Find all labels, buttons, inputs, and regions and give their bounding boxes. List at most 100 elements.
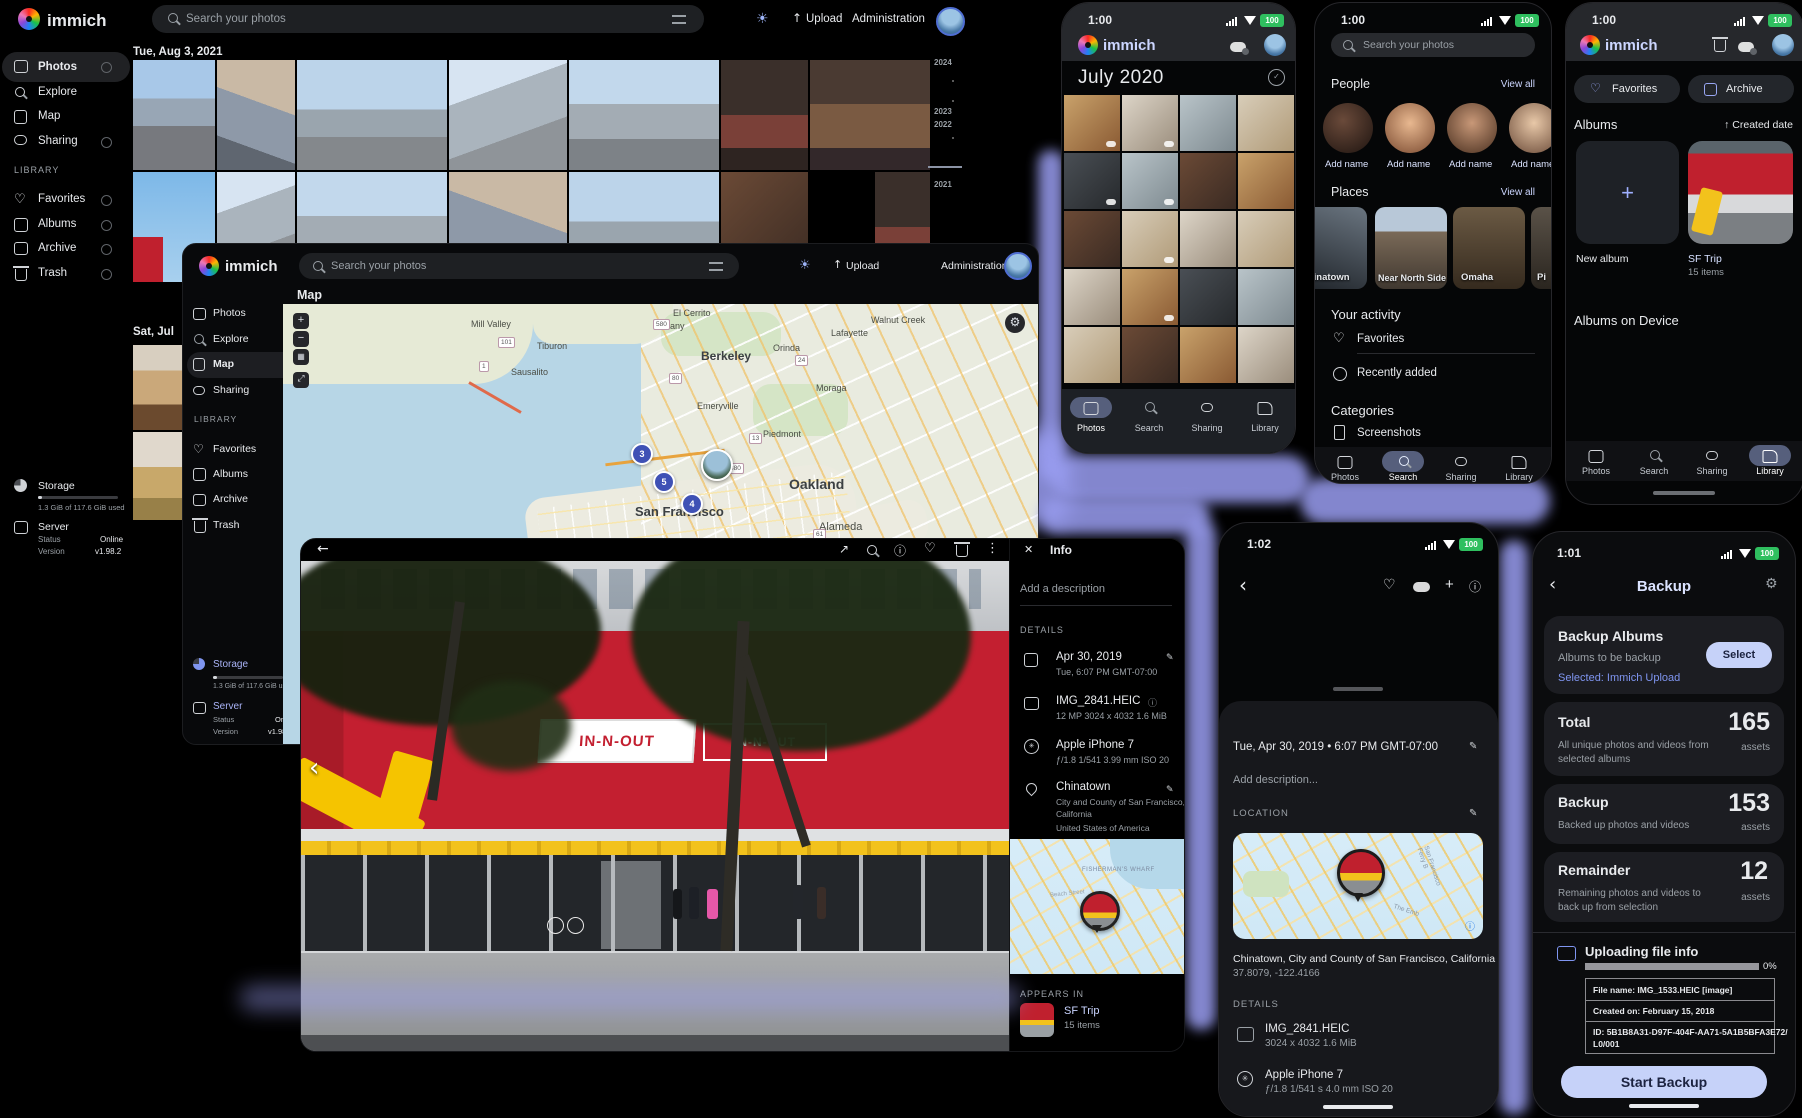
trash-icon[interactable] [956,545,968,557]
add-name-link[interactable]: Add name [1387,159,1430,170]
start-backup-button[interactable]: Start Backup [1561,1066,1767,1098]
photo-thumbnail[interactable] [1122,153,1178,209]
edit-pencil-icon[interactable]: ✎ [1469,741,1477,752]
user-avatar[interactable] [1004,252,1032,280]
sidebar-item-explore[interactable]: Explore [213,333,249,345]
sidebar-item-favorites[interactable]: Favorites [38,193,85,205]
place-tile[interactable]: Near North Side [1375,207,1447,289]
sidebar-item-sharing[interactable]: Sharing [213,384,249,396]
map-photo-marker[interactable] [701,449,733,481]
administration-link[interactable]: Administration [852,13,925,25]
add-name-link[interactable]: Add name [1449,159,1492,170]
nav-label-library[interactable]: Library [1505,472,1533,482]
photo-thumbnail[interactable] [1064,211,1120,267]
photo-thumbnail[interactable] [1064,153,1120,209]
share-icon[interactable]: ↗ [839,542,849,556]
photo-thumbnail[interactable] [297,60,447,170]
upload-button[interactable]: Upload [846,260,879,272]
back-arrow-icon[interactable]: ‹ [1239,573,1247,597]
album-tile-sf-trip[interactable] [1688,141,1793,244]
archive-button[interactable]: Archive [1688,75,1794,103]
sharing-tab-icon[interactable] [1201,403,1213,412]
edit-pencil-icon[interactable]: ✎ [1166,785,1174,795]
sidebar-item-explore[interactable]: Explore [38,86,77,98]
favorites-button[interactable]: ♡ Favorites [1574,75,1680,103]
photo-thumbnail[interactable] [1180,269,1236,325]
library-tab-icon[interactable] [1763,450,1778,463]
library-tab-icon[interactable] [1258,402,1273,415]
photos-tab-icon[interactable] [1589,450,1604,463]
add-description-field[interactable]: Add a description [1020,583,1105,595]
person-avatar[interactable] [1385,103,1435,153]
previous-photo-arrow[interactable]: ‹ [309,753,319,783]
map-cluster-marker[interactable]: 5 [653,471,675,493]
photo-thumbnail[interactable] [1180,153,1236,209]
zoom-in-icon[interactable] [867,545,877,555]
photo-thumbnail[interactable] [721,60,808,170]
user-avatar[interactable] [1264,34,1286,56]
nav-label-search[interactable]: Search [1389,472,1418,482]
sidebar-label-photos[interactable]: Photos [38,61,77,73]
file-info-icon[interactable]: ⓘ [1148,696,1157,709]
theme-toggle-icon[interactable]: ☀ [756,11,769,27]
sidebar-item-trash[interactable]: Trash [213,519,239,531]
location-map-thumbnail[interactable]: San Francisco Ferry B The Emb ⓘ [1233,833,1483,939]
photo-thumbnail[interactable] [1122,269,1178,325]
place-tile[interactable]: Chinatown [1315,207,1367,289]
photo-thumbnail[interactable] [133,432,182,520]
scrubber-year[interactable]: 2024 [934,58,952,67]
photo-thumbnail[interactable] [133,345,182,430]
photo-thumbnail[interactable] [1238,327,1294,383]
place-tile[interactable]: Omaha [1453,207,1525,289]
edit-pencil-icon[interactable]: ✎ [1166,653,1174,663]
theme-toggle-icon[interactable]: ☀ [799,258,811,273]
map-zoom-out-button[interactable]: − [293,331,309,347]
upload-button[interactable]: Upload [806,13,842,25]
add-description-field[interactable]: Add description... [1233,774,1318,786]
photo-thumbnail[interactable] [1122,211,1178,267]
activity-favorites[interactable]: Favorites [1357,333,1404,345]
photo-thumbnail[interactable] [133,60,215,170]
map-photo-marker[interactable] [1337,849,1385,897]
person-avatar[interactable] [1447,103,1497,153]
administration-link[interactable]: Administration [941,260,1008,272]
photos-tab-icon[interactable] [1338,456,1353,469]
photo-thumbnail[interactable] [217,60,295,170]
heart-icon[interactable]: ♡ [1383,577,1396,593]
photo-thumbnail[interactable] [1180,95,1236,151]
album-name-link[interactable]: SF Trip [1064,1005,1099,1017]
add-to-album-icon[interactable]: + [1445,576,1454,593]
sidebar-item-sharing[interactable]: Sharing [38,135,78,147]
map-attribution-icon[interactable]: ⓘ [1465,918,1475,933]
map-layers-button[interactable]: ▦ [293,349,309,365]
more-vertical-icon[interactable]: ⋮ [986,541,999,556]
nav-label-library[interactable]: Library [1756,466,1784,476]
sidebar-item-albums[interactable]: Albums [38,218,76,230]
sheet-drag-handle[interactable] [1333,687,1383,691]
sidebar-item-archive[interactable]: Archive [213,493,248,505]
info-icon[interactable]: ⓘ [1469,578,1481,595]
search-input[interactable]: Search your photos [152,5,704,33]
photo-thumbnail[interactable] [1064,95,1120,151]
filter-icon[interactable] [672,15,686,24]
nav-label-sharing[interactable]: Sharing [1696,466,1727,476]
new-album-tile[interactable]: + [1576,141,1679,244]
filter-icon[interactable] [709,262,723,271]
place-tile[interactable]: Pi [1531,207,1551,289]
search-input[interactable]: Search your photos [299,253,739,279]
nav-label-search[interactable]: Search [1640,466,1669,476]
photo-thumbnail[interactable] [1180,327,1236,383]
trash-icon[interactable] [1714,40,1726,52]
sidebar-item-map[interactable]: Map [213,358,234,370]
photo-thumbnail[interactable] [810,60,930,170]
nav-label-photos[interactable]: Photos [1582,466,1610,476]
user-avatar[interactable] [936,7,965,36]
upload-arrow-icon[interactable]: ↑ [792,11,802,25]
back-arrow-icon[interactable]: ← [317,541,329,557]
photo-thumbnail[interactable] [1238,211,1294,267]
nav-label-library[interactable]: Library [1251,423,1279,433]
person-avatar[interactable] [1323,103,1373,153]
user-avatar[interactable] [1772,34,1794,56]
location-map-thumbnail[interactable]: FISHERMAN'S WHARF Beach Street [1010,839,1185,974]
photo-thumbnail[interactable] [1064,269,1120,325]
